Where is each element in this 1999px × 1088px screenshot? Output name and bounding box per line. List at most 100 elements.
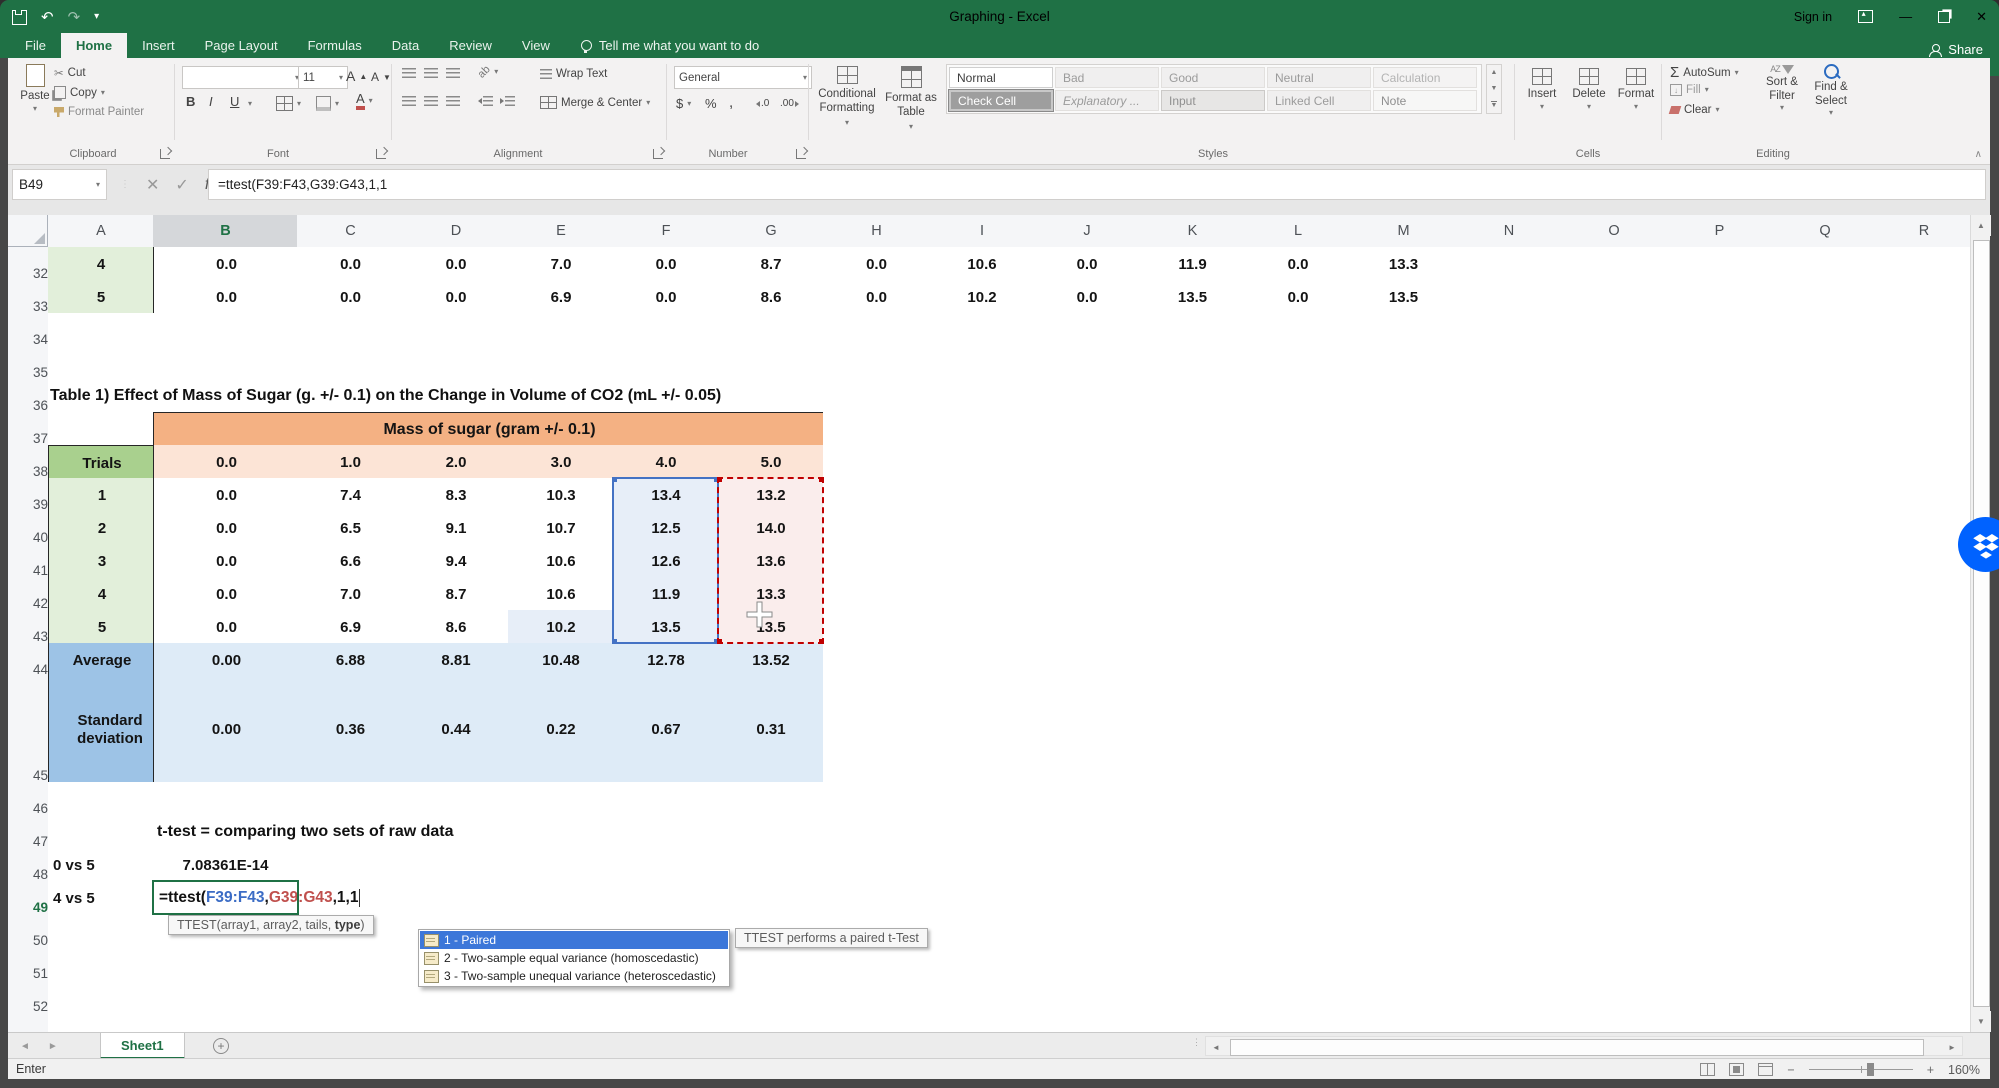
cell-B51[interactable]: [153, 947, 299, 982]
cell-N47[interactable]: [1456, 815, 1563, 850]
cell-O32[interactable]: [1561, 247, 1668, 282]
cell-M43[interactable]: [1350, 610, 1458, 645]
delete-cells-button[interactable]: Delete▾: [1568, 68, 1610, 111]
cell-P44[interactable]: [1666, 643, 1774, 678]
grow-font-button[interactable]: A▲: [346, 68, 367, 84]
cell-O49[interactable]: [1561, 881, 1668, 916]
style-calculation[interactable]: Calculation: [1373, 67, 1477, 88]
cell-I37[interactable]: [929, 412, 1036, 447]
cell-B38[interactable]: 0.0: [153, 445, 300, 480]
format-as-table-button[interactable]: Format as Table ▾: [882, 66, 940, 131]
cell-A37[interactable]: [48, 412, 155, 447]
cell-N36[interactable]: [1456, 379, 1563, 414]
vertical-scrollbar[interactable]: ▲ ▼: [1970, 215, 1990, 1032]
cell-D38[interactable]: 2.0: [403, 445, 510, 480]
cell-K49[interactable]: [1139, 881, 1247, 916]
cell-R33[interactable]: [1877, 280, 1970, 315]
cell-E39[interactable]: 10.3: [508, 478, 615, 513]
cell-N43[interactable]: [1456, 610, 1563, 645]
cell-N37[interactable]: [1456, 412, 1563, 447]
zoom-slider-handle[interactable]: [1867, 1063, 1874, 1076]
cell-J52[interactable]: [1034, 980, 1141, 1015]
cell-G52[interactable]: [718, 980, 825, 1015]
cell-M41[interactable]: [1350, 544, 1458, 579]
formula-bar-splitter[interactable]: ⋮: [120, 179, 130, 190]
cell-R51[interactable]: [1877, 947, 1970, 982]
cell-I36[interactable]: [929, 379, 1036, 414]
cell-L37[interactable]: [1245, 412, 1352, 447]
vertical-scrollbar-thumb[interactable]: [1973, 240, 1990, 1007]
cell-O41[interactable]: [1561, 544, 1668, 579]
cell-L47[interactable]: [1245, 815, 1352, 850]
cell-K35[interactable]: [1139, 346, 1247, 381]
underline-button[interactable]: U: [230, 94, 239, 109]
cell-A53[interactable]: [48, 1013, 155, 1032]
sheet-nav-arrows[interactable]: ◄ ►: [20, 1033, 58, 1059]
cell-P42[interactable]: [1666, 577, 1774, 612]
cell-O38[interactable]: [1561, 445, 1668, 480]
cell-O37[interactable]: [1561, 412, 1668, 447]
cell-J50[interactable]: [1034, 914, 1141, 949]
column-header-G[interactable]: G: [718, 215, 825, 248]
cell-H52[interactable]: [823, 980, 931, 1015]
cell-D32[interactable]: 0.0: [403, 247, 510, 282]
cell-J53[interactable]: [1034, 1013, 1141, 1032]
cell-N50[interactable]: [1456, 914, 1563, 949]
cell-J47[interactable]: [1034, 815, 1141, 850]
cell-Q50[interactable]: [1772, 914, 1879, 949]
cell-J41[interactable]: [1034, 544, 1141, 579]
cell-Q44[interactable]: [1772, 643, 1879, 678]
cell-K41[interactable]: [1139, 544, 1247, 579]
cell-H48[interactable]: [823, 848, 931, 883]
cell-N41[interactable]: [1456, 544, 1563, 579]
style-explanatory-[interactable]: Explanatory ...: [1055, 90, 1159, 111]
cell-M46[interactable]: [1350, 782, 1458, 817]
cell-Q33[interactable]: [1772, 280, 1879, 315]
cell-B33[interactable]: 0.0: [153, 280, 300, 316]
cell-E47[interactable]: [508, 815, 615, 850]
cell-K34[interactable]: [1139, 313, 1247, 348]
alignment-dialog-launcher-icon[interactable]: [653, 149, 663, 159]
cell-L53[interactable]: [1245, 1013, 1352, 1032]
cell-O40[interactable]: [1561, 511, 1668, 546]
cell-K32[interactable]: 11.9: [1139, 247, 1247, 282]
style-normal[interactable]: Normal: [949, 67, 1053, 88]
select-all-corner[interactable]: [8, 215, 48, 247]
cell-I46[interactable]: [929, 782, 1036, 817]
cell-I47[interactable]: [929, 815, 1036, 850]
cell-A38[interactable]: Trials: [48, 445, 156, 481]
cell-O53[interactable]: [1561, 1013, 1668, 1032]
style-good[interactable]: Good: [1161, 67, 1265, 88]
cell-A32[interactable]: 4: [48, 247, 155, 282]
cell-O51[interactable]: [1561, 947, 1668, 982]
cell-J45[interactable]: [1034, 676, 1141, 784]
cell-H44[interactable]: [823, 643, 931, 678]
format-cells-button[interactable]: Format▾: [1614, 68, 1658, 111]
cell-J43[interactable]: [1034, 610, 1141, 645]
cell-O34[interactable]: [1561, 313, 1668, 348]
font-dialog-launcher-icon[interactable]: [376, 149, 386, 159]
cell-I51[interactable]: [929, 947, 1036, 982]
styles-gallery-scroll[interactable]: ▲▼▼: [1486, 64, 1502, 114]
cell-L39[interactable]: [1245, 478, 1352, 513]
cell-H36[interactable]: [823, 379, 931, 414]
cell-B34[interactable]: [153, 313, 299, 348]
cell-B37[interactable]: Mass of sugar (gram +/- 0.1): [153, 412, 826, 448]
dropdown-item-2[interactable]: 2 - Two-sample equal variance (homosceda…: [420, 949, 728, 967]
cell-D41[interactable]: 9.4: [403, 544, 510, 579]
cell-P47[interactable]: [1666, 815, 1774, 850]
cell-G38[interactable]: 5.0: [718, 445, 825, 480]
cell-P41[interactable]: [1666, 544, 1774, 579]
tab-review[interactable]: Review: [434, 33, 507, 58]
cell-E45[interactable]: 0.22: [508, 676, 615, 784]
cell-R34[interactable]: [1877, 313, 1970, 348]
cell-K39[interactable]: [1139, 478, 1247, 513]
cell-I50[interactable]: [929, 914, 1036, 949]
cell-F49[interactable]: [613, 881, 720, 916]
cell-L36[interactable]: [1245, 379, 1352, 414]
underline-chevron-icon[interactable]: ▾: [248, 100, 252, 108]
cell-R38[interactable]: [1877, 445, 1970, 480]
cell-G36[interactable]: [718, 379, 825, 414]
cut-button[interactable]: ✂Cut: [54, 66, 86, 80]
cell-R47[interactable]: [1877, 815, 1970, 850]
